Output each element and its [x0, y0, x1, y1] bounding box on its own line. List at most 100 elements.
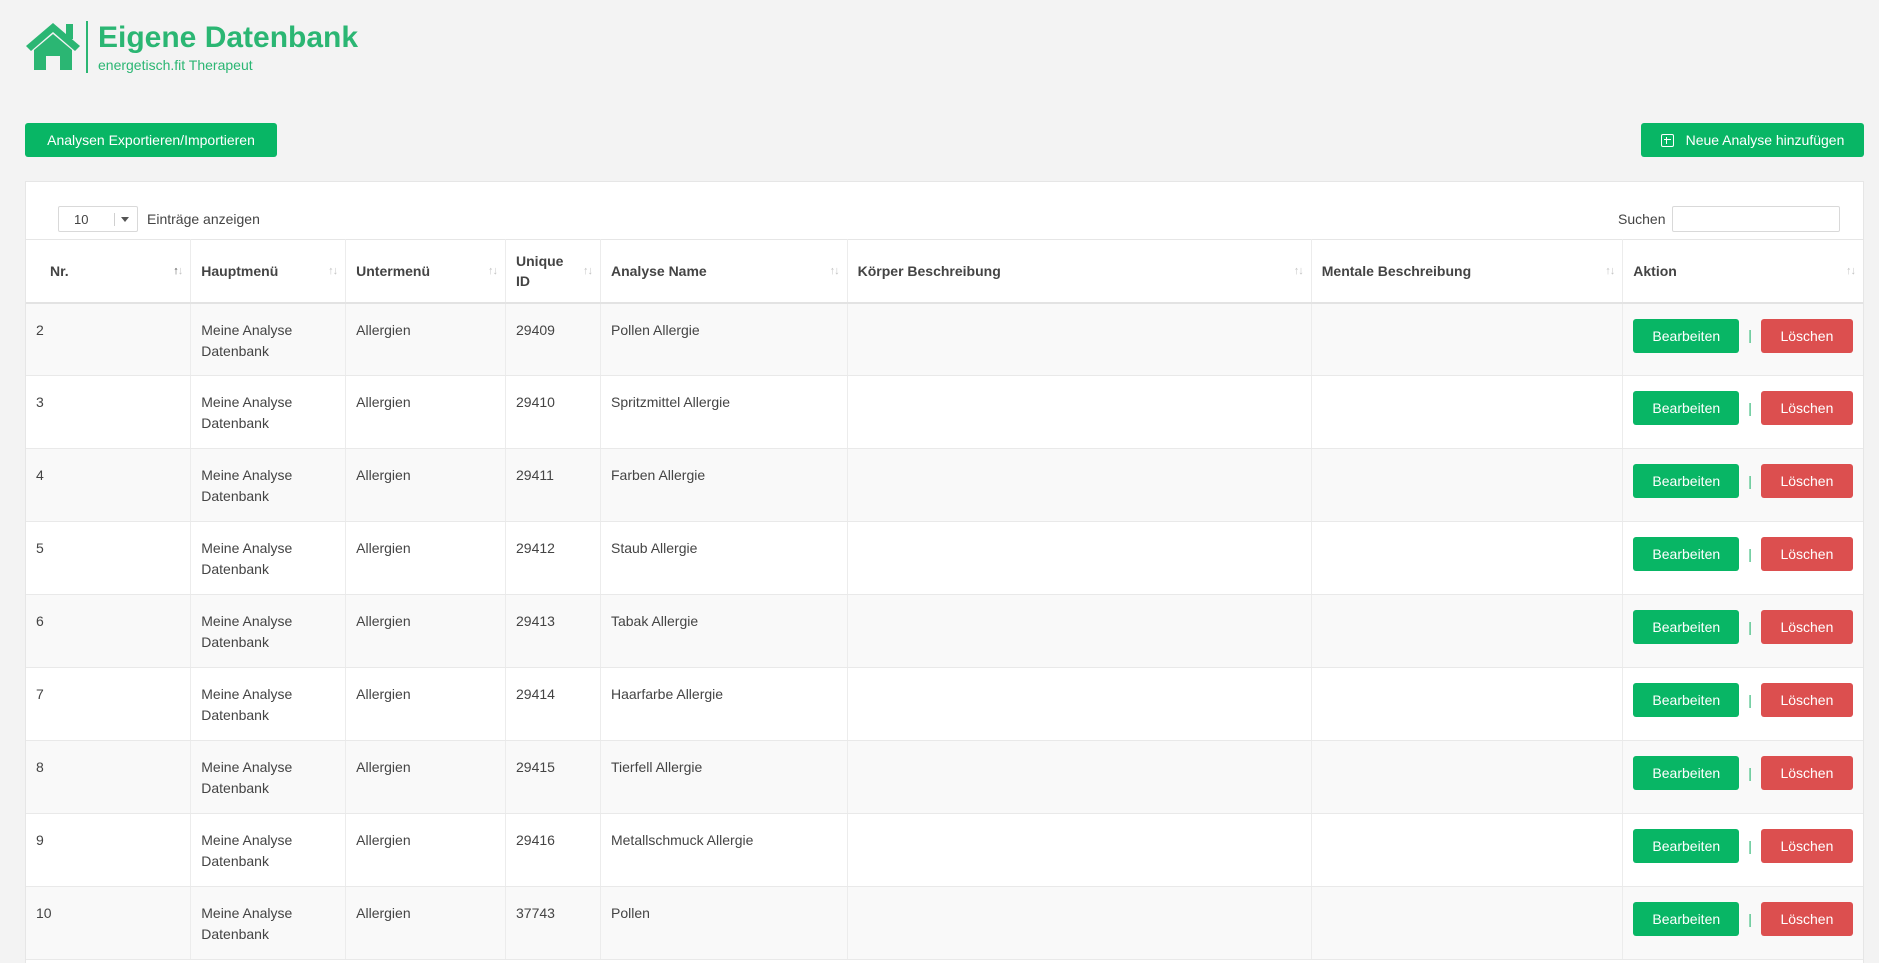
cell-untermenue: Allergien — [345, 886, 507, 960]
cell-hauptmenue: Meine Analyse Datenbank — [190, 302, 347, 376]
row-actions: Bearbeiten | Löschen — [1633, 318, 1853, 353]
cell-unique-id: 29409 — [505, 302, 601, 376]
delete-button[interactable]: Löschen — [1760, 537, 1853, 571]
cell-mentale-beschreibung — [1311, 448, 1624, 522]
action-separator: | — [1748, 837, 1752, 854]
cell-untermenue: Allergien — [345, 375, 507, 449]
cell-hauptmenue: Meine Analyse Datenbank — [190, 448, 347, 522]
cell-analyse-name: Metallschmuck Allergie — [600, 813, 848, 887]
cell-analyse-name: Farben Allergie — [600, 448, 848, 522]
cell-mentale-beschreibung — [1311, 302, 1624, 376]
row-actions: Bearbeiten | Löschen — [1633, 829, 1853, 863]
house-icon — [26, 23, 80, 70]
cell-unique-id: 29413 — [505, 594, 601, 668]
plus-square-icon — [1660, 133, 1674, 147]
cell-untermenue: Allergien — [345, 521, 507, 595]
cell-koerper-beschreibung — [847, 521, 1312, 595]
column-header-analyse-name[interactable]: Analyse Name ↑↓ — [600, 239, 848, 304]
delete-button[interactable]: Löschen — [1760, 318, 1853, 353]
search-input[interactable] — [1672, 206, 1840, 232]
table-row: 6 Meine Analyse Datenbank Allergien 29413 Ta… — [26, 594, 1863, 668]
cell-hauptmenue: Meine Analyse Datenbank — [190, 594, 347, 668]
column-header-label: Hauptmenü — [201, 262, 279, 279]
cell-mentale-beschreibung — [1311, 667, 1624, 741]
column-header-label: Untermenü — [356, 262, 431, 279]
row-actions: Bearbeiten | Löschen — [1633, 537, 1853, 571]
cell-analyse-name: Pollen — [600, 886, 848, 960]
cell-analyse-name: Staub Allergie — [600, 521, 848, 595]
cell-aktion: Bearbeiten | Löschen — [1622, 448, 1863, 522]
column-header-hauptmenue[interactable]: Hauptmenü ↑↓ — [190, 239, 347, 304]
edit-button[interactable]: Bearbeiten — [1633, 318, 1740, 353]
column-header-untermenue[interactable]: Untermenü ↑↓ — [345, 239, 507, 304]
table-header-row: Nr. ↑↓ Hauptmenü ↑↓ Untermenü ↑↓ Unique ID ↑↓ An… — [26, 239, 1863, 304]
cell-koerper-beschreibung — [847, 813, 1312, 887]
column-header-aktion[interactable]: Aktion ↑↓ — [1622, 239, 1863, 304]
row-actions: Bearbeiten | Löschen — [1633, 902, 1853, 936]
cell-aktion: Bearbeiten | Löschen — [1622, 521, 1863, 595]
table-row: 4 Meine Analyse Datenbank Allergien 29411 Fa… — [26, 448, 1863, 522]
delete-button[interactable]: Löschen — [1760, 683, 1853, 717]
edit-button[interactable]: Bearbeiten — [1633, 829, 1740, 863]
delete-button[interactable]: Löschen — [1760, 391, 1853, 425]
action-separator: | — [1748, 472, 1752, 489]
cell-hauptmenue: Meine Analyse Datenbank — [190, 667, 347, 741]
cell-hauptmenue: Meine Analyse Datenbank — [190, 886, 347, 960]
column-header-mentale-beschreibung[interactable]: Mentale Beschreibung ↑↓ — [1311, 239, 1624, 304]
cell-analyse-name: Pollen Allergie — [600, 302, 848, 376]
column-header-unique-id[interactable]: Unique ID ↑↓ — [505, 239, 601, 304]
cell-hauptmenue: Meine Analyse Datenbank — [190, 375, 347, 449]
table-row: 5 Meine Analyse Datenbank Allergien 29412 St… — [26, 521, 1863, 595]
cell-nr: 4 — [26, 448, 192, 522]
cell-untermenue: Allergien — [345, 813, 507, 887]
cell-unique-id: 29415 — [505, 740, 601, 814]
cell-mentale-beschreibung — [1311, 886, 1624, 960]
column-header-nr[interactable]: Nr. ↑↓ — [26, 239, 192, 304]
edit-button[interactable]: Bearbeiten — [1633, 902, 1740, 936]
row-actions: Bearbeiten | Löschen — [1633, 756, 1853, 790]
cell-nr: 7 — [26, 667, 192, 741]
cell-koerper-beschreibung — [847, 594, 1312, 668]
delete-button[interactable]: Löschen — [1760, 902, 1853, 936]
add-analysis-label: Neue Analyse hinzufügen — [1685, 132, 1845, 148]
edit-button[interactable]: Bearbeiten — [1633, 756, 1740, 790]
edit-button[interactable]: Bearbeiten — [1633, 464, 1740, 498]
cell-unique-id: 29414 — [505, 667, 601, 741]
cell-analyse-name: Haarfarbe Allergie — [600, 667, 848, 741]
table-row: 9 Meine Analyse Datenbank Allergien 29416 Me… — [26, 813, 1863, 887]
column-header-label: Nr. — [50, 262, 69, 279]
cell-nr: 10 — [26, 886, 192, 960]
column-header-label: Körper Beschreibung — [857, 262, 1001, 279]
select-separator — [114, 213, 115, 226]
caret-down-icon — [121, 217, 129, 222]
delete-button[interactable]: Löschen — [1760, 610, 1853, 644]
column-header-label: Analyse Name — [610, 262, 707, 279]
action-separator: | — [1748, 399, 1752, 416]
brand-text: Eigene Datenbank energetisch.fit Therape… — [98, 21, 358, 73]
cell-unique-id: 37743 — [505, 886, 601, 960]
sort-arrows-icon: ↑↓ — [582, 264, 593, 277]
column-header-koerper-beschreibung[interactable]: Körper Beschreibung ↑↓ — [847, 239, 1312, 304]
cell-mentale-beschreibung — [1311, 740, 1624, 814]
cell-hauptmenue: Meine Analyse Datenbank — [190, 740, 347, 814]
cell-koerper-beschreibung — [847, 667, 1312, 741]
cell-nr: 2 — [26, 302, 192, 376]
delete-button[interactable]: Löschen — [1760, 756, 1853, 790]
page-length-value: 10 — [74, 211, 89, 227]
cell-mentale-beschreibung — [1311, 521, 1624, 595]
cell-aktion: Bearbeiten | Löschen — [1622, 740, 1863, 814]
add-analysis-button[interactable]: Neue Analyse hinzufügen — [1641, 123, 1864, 157]
page-length-select[interactable]: 10 — [58, 206, 138, 232]
sort-arrows-icon: ↑↓ — [488, 264, 498, 277]
cell-unique-id: 29410 — [505, 375, 601, 449]
export-import-button[interactable]: Analysen Exportieren/Importieren — [25, 123, 277, 157]
edit-button[interactable]: Bearbeiten — [1633, 537, 1740, 571]
delete-button[interactable]: Löschen — [1760, 829, 1853, 863]
edit-button[interactable]: Bearbeiten — [1633, 683, 1740, 717]
edit-button[interactable]: Bearbeiten — [1633, 610, 1740, 644]
edit-button[interactable]: Bearbeiten — [1633, 391, 1740, 425]
delete-button[interactable]: Löschen — [1760, 464, 1853, 498]
table-row: 8 Meine Analyse Datenbank Allergien 29415 Ti… — [26, 740, 1863, 814]
page-title: Eigene Datenbank — [98, 21, 359, 54]
cell-aktion: Bearbeiten | Löschen — [1622, 302, 1863, 376]
